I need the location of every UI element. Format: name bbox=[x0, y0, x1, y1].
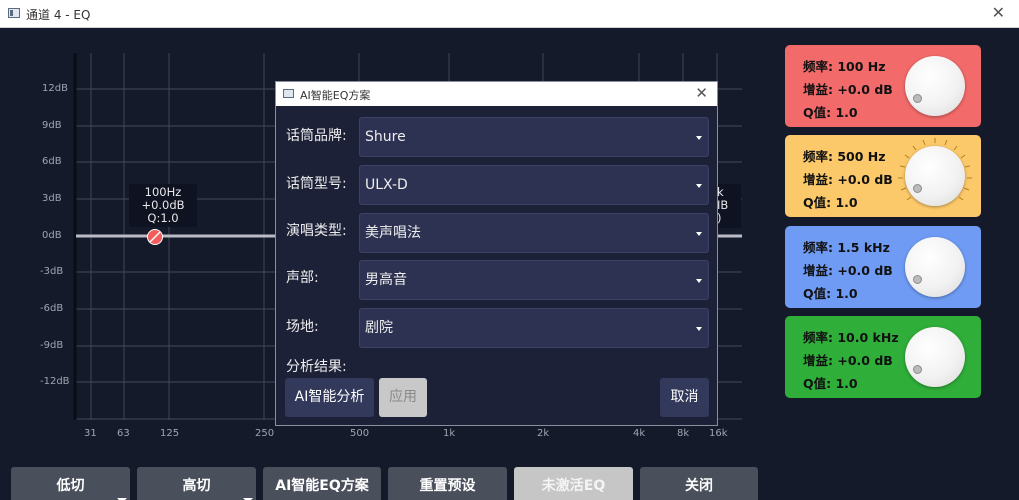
voice-label: 声部: bbox=[286, 270, 319, 286]
brand-value: Shure bbox=[365, 129, 406, 145]
band-knob[interactable] bbox=[905, 56, 965, 116]
x-tick-label: 125 bbox=[160, 428, 180, 439]
brand-select[interactable]: Shure bbox=[359, 117, 709, 157]
style-label: 演唱类型: bbox=[286, 223, 347, 239]
low-cut-label: 低切 bbox=[56, 478, 85, 494]
chevron-down-icon bbox=[696, 136, 702, 140]
band-card-2: 频率: 500 Hz 增益: +0.0 dB Q值: 1.0 bbox=[785, 135, 981, 217]
band-gain: 增益: +0.0 dB bbox=[803, 263, 893, 278]
venue-value: 剧院 bbox=[365, 320, 393, 336]
band-q: Q值: 1.0 bbox=[803, 376, 858, 391]
band-knob[interactable] bbox=[905, 327, 965, 387]
result-label: 分析结果: bbox=[286, 359, 347, 375]
ai-eq-dialog: AI智能EQ方案 ✕ 话筒品牌: Shure 话筒型号: ULX-D 演唱类型:… bbox=[275, 81, 718, 426]
x-tick-label: 63 bbox=[117, 428, 130, 439]
inactive-eq-button[interactable]: 未激活EQ bbox=[514, 467, 633, 500]
chevron-down-icon bbox=[696, 327, 702, 331]
y-tick-label: 6dB bbox=[42, 156, 62, 167]
knob-indicator bbox=[913, 184, 922, 193]
band-freq: 频率: 10.0 kHz bbox=[803, 330, 899, 345]
eq-point-marker bbox=[147, 229, 163, 245]
x-tick-label: 4k bbox=[633, 428, 646, 439]
brand-label: 话筒品牌: bbox=[286, 128, 347, 144]
low-cut-button[interactable]: 低切 bbox=[11, 467, 130, 500]
band-gain: 增益: +0.0 dB bbox=[803, 353, 893, 368]
eq-point-partial-line: ) bbox=[717, 211, 722, 225]
knob-indicator bbox=[913, 94, 922, 103]
y-tick-label: 0dB bbox=[42, 230, 62, 241]
y-tick-label: -12dB bbox=[40, 376, 70, 387]
band-freq: 频率: 100 Hz bbox=[803, 59, 886, 74]
y-tick-label: -6dB bbox=[40, 303, 64, 314]
band-q: Q值: 1.0 bbox=[803, 195, 858, 210]
dialog-title: AI智能EQ方案 bbox=[300, 89, 371, 102]
x-tick-label: 2k bbox=[537, 428, 550, 439]
eq-point-label-partial: k IB ) bbox=[715, 184, 741, 228]
x-tick-label: 250 bbox=[255, 428, 275, 439]
close-button[interactable]: 关闭 bbox=[640, 467, 758, 500]
ai-eq-button[interactable]: AI智能EQ方案 bbox=[263, 467, 381, 500]
y-tick-label: 12dB bbox=[42, 83, 68, 94]
window-title: 通道 4 - EQ bbox=[26, 8, 91, 22]
voice-select[interactable]: 男高音 bbox=[359, 260, 709, 300]
reset-preset-button[interactable]: 重置预设 bbox=[388, 467, 507, 500]
band-card-1: 频率: 100 Hz 增益: +0.0 dB Q值: 1.0 bbox=[785, 45, 981, 127]
venue-select[interactable]: 剧院 bbox=[359, 308, 709, 348]
model-label: 话筒型号: bbox=[286, 176, 347, 192]
eq-point-label: 100Hz +0.0dB Q:1.0 bbox=[129, 184, 197, 227]
band-q: Q值: 1.0 bbox=[803, 286, 858, 301]
x-tick-label: 31 bbox=[84, 428, 97, 439]
band-freq: 频率: 1.5 kHz bbox=[803, 240, 890, 255]
high-cut-button[interactable]: 高切 bbox=[137, 467, 256, 500]
y-tick-label: -3dB bbox=[40, 266, 64, 277]
eq-point-q: Q:1.0 bbox=[147, 211, 179, 225]
band-q: Q值: 1.0 bbox=[803, 105, 858, 120]
voice-value: 男高音 bbox=[365, 272, 407, 288]
band-freq: 频率: 500 Hz bbox=[803, 149, 886, 164]
venue-label: 场地: bbox=[286, 319, 319, 335]
band-knob[interactable] bbox=[905, 146, 965, 206]
close-icon[interactable]: ✕ bbox=[695, 84, 708, 102]
apply-button[interactable]: 应用 bbox=[379, 378, 427, 417]
dialog-title-bar: AI智能EQ方案 ✕ bbox=[276, 82, 717, 106]
window-title-bar: 通道 4 - EQ ✕ bbox=[0, 0, 1019, 28]
model-value: ULX-D bbox=[365, 177, 408, 193]
high-cut-label: 高切 bbox=[182, 478, 211, 494]
x-tick-label: 8k bbox=[677, 428, 690, 439]
knob-indicator bbox=[913, 275, 922, 284]
chevron-down-icon bbox=[696, 184, 702, 188]
ai-analyze-button[interactable]: AI智能分析 bbox=[285, 378, 374, 417]
band-gain: 增益: +0.0 dB bbox=[803, 82, 893, 97]
x-tick-label: 16k bbox=[709, 428, 728, 439]
chevron-down-icon bbox=[696, 232, 702, 236]
band-gain: 增益: +0.0 dB bbox=[803, 172, 893, 187]
cancel-button[interactable]: 取消 bbox=[660, 378, 709, 417]
y-tick-label: 9dB bbox=[42, 120, 62, 131]
y-tick-label: -9dB bbox=[40, 340, 64, 351]
x-tick-label: 1k bbox=[443, 428, 456, 439]
band-knob[interactable] bbox=[905, 237, 965, 297]
style-select[interactable]: 美声唱法 bbox=[359, 213, 709, 253]
y-tick-label: 3dB bbox=[42, 193, 62, 204]
band-card-4: 频率: 10.0 kHz 增益: +0.0 dB Q值: 1.0 bbox=[785, 316, 981, 398]
dialog-window-icon bbox=[283, 89, 294, 98]
model-select[interactable]: ULX-D bbox=[359, 165, 709, 205]
style-value: 美声唱法 bbox=[365, 225, 421, 241]
x-tick-label: 500 bbox=[350, 428, 370, 439]
knob-indicator bbox=[913, 365, 922, 374]
app-window-icon bbox=[8, 8, 20, 18]
chevron-down-icon bbox=[696, 279, 702, 283]
close-icon[interactable]: ✕ bbox=[992, 3, 1005, 22]
band-card-3: 频率: 1.5 kHz 增益: +0.0 dB Q值: 1.0 bbox=[785, 226, 981, 308]
